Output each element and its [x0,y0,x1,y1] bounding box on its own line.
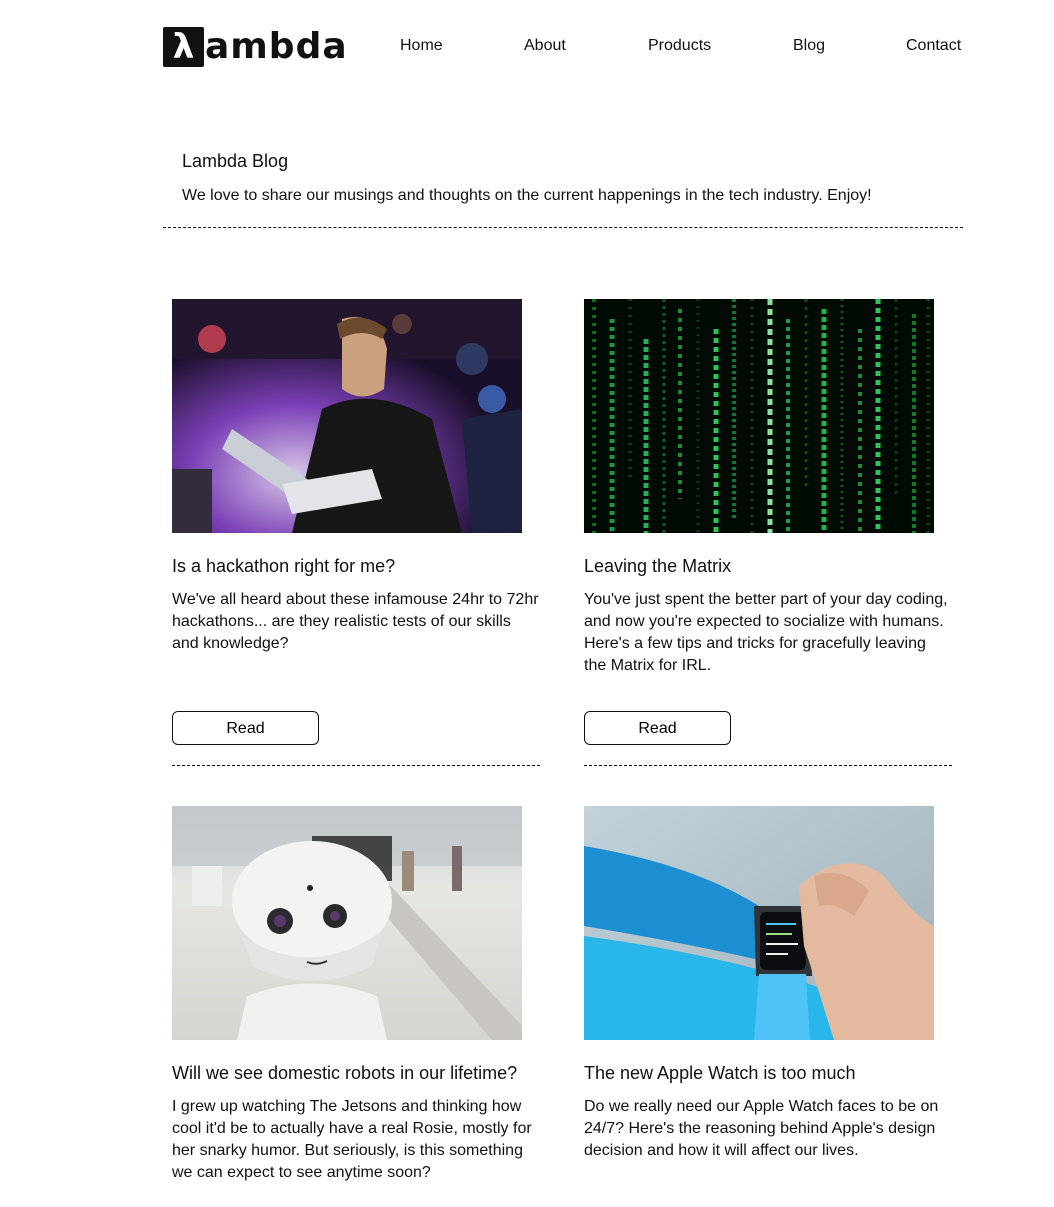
blog-card: Leaving the Matrix You've just spent the… [584,299,952,769]
nav-products-link[interactable]: Products [648,37,711,55]
matrix-code-photo [584,299,934,533]
read-button[interactable]: Read [584,711,731,745]
post-title[interactable]: Is a hackathon right for me? [172,554,540,578]
post-excerpt: Do we really need our Apple Watch faces … [584,1098,939,1159]
post-excerpt: You've just spent the better part of you… [584,591,948,674]
blog-card: The new Apple Watch is too much Do we re… [584,806,952,1196]
nav-contact-link[interactable]: Contact [906,37,961,55]
page-title: Lambda Blog [182,151,289,171]
card-divider [172,765,540,766]
post-title[interactable]: The new Apple Watch is too much [584,1061,952,1085]
site-logo[interactable]: λ ambda [163,27,348,67]
post-excerpt: We've all heard about these infamouse 24… [172,591,539,652]
intro-divider [163,227,963,228]
robot-photo [172,806,522,1040]
post-title[interactable]: Leaving the Matrix [584,554,952,578]
nav-blog-link[interactable]: Blog [793,37,825,55]
nav-about-link[interactable]: About [524,37,566,55]
page-description: We love to share our musings and thought… [182,187,872,204]
blog-card: Is a hackathon right for me? We've all h… [172,299,540,769]
read-button[interactable]: Read [172,711,319,745]
card-divider [584,765,952,766]
logo-wordmark: ambda [205,26,348,67]
lambda-logo-icon: λ [163,27,204,67]
post-title[interactable]: Will we see domestic robots in our lifet… [172,1061,540,1085]
post-excerpt: I grew up watching The Jetsons and think… [172,1098,532,1181]
nav-home-link[interactable]: Home [400,37,443,55]
apple-watch-photo [584,806,934,1040]
hackathon-photo [172,299,522,533]
blog-card: Will we see domestic robots in our lifet… [172,806,540,1196]
